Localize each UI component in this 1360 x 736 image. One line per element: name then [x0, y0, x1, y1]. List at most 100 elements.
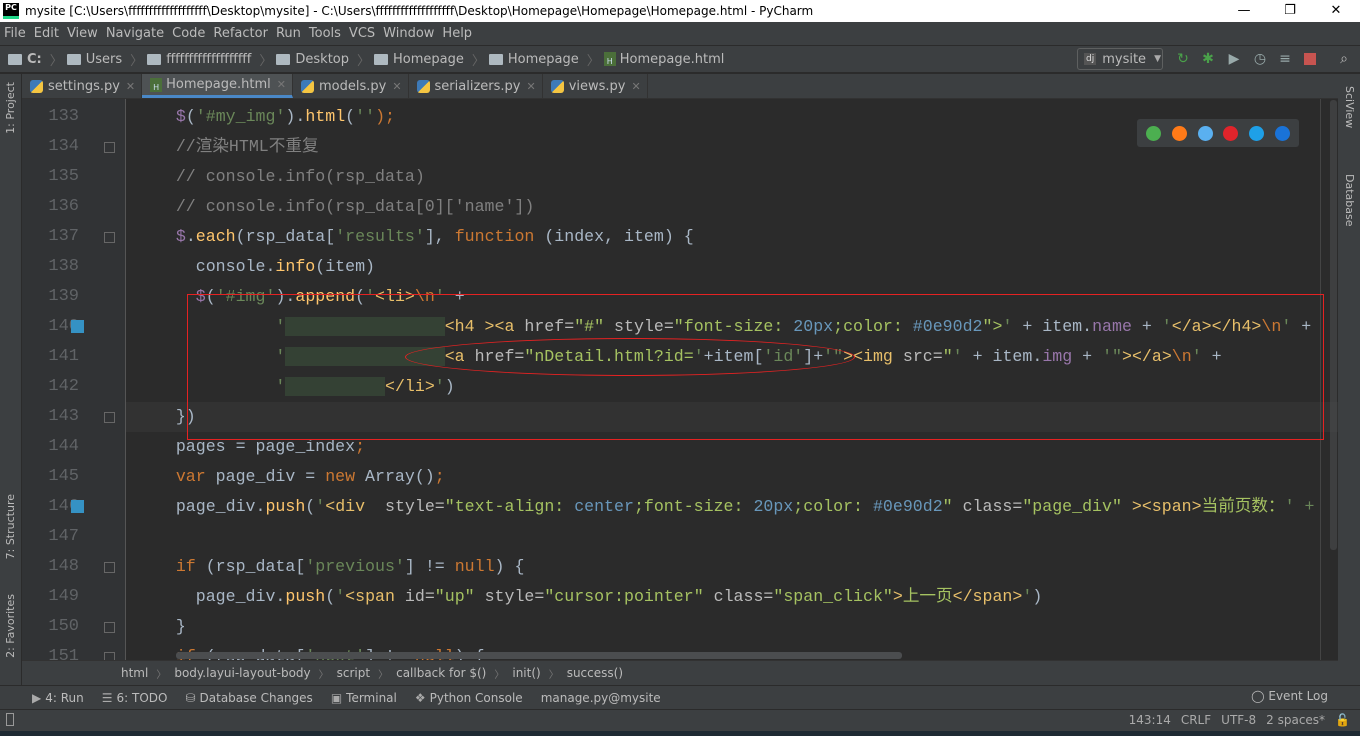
bookmark-icon[interactable] [71, 500, 84, 513]
tab-models-py[interactable]: models.py ✕ [293, 74, 409, 98]
menu-view[interactable]: View [67, 26, 98, 41]
menu-vcs[interactable]: VCS [349, 26, 375, 41]
code-breadcrumb-item[interactable]: init() [512, 666, 540, 680]
favorites-tool-button[interactable]: 2: Favorites [4, 594, 17, 658]
event-log-button[interactable]: ◯ Event Log [1251, 689, 1328, 703]
minimize-button[interactable]: — [1221, 0, 1267, 22]
fold-marker-icon[interactable] [104, 232, 115, 243]
tool-window-label: manage.py@mysite [540, 690, 661, 705]
run-icon: ▶ [32, 690, 42, 705]
menu-code[interactable]: Code [172, 26, 205, 41]
safari-icon[interactable] [1197, 125, 1213, 141]
menu-navigate[interactable]: Navigate [106, 26, 164, 41]
lock-icon[interactable]: 🔓 [1335, 713, 1350, 727]
tool-window-python-console[interactable]: ❖ Python Console [415, 691, 523, 705]
code-token: new [325, 467, 356, 486]
menu-run[interactable]: Run [276, 26, 301, 41]
edge-icon[interactable] [1274, 125, 1290, 141]
code-token: ], [424, 227, 455, 246]
tool-window-6-todo[interactable]: ☰ 6: TODO [102, 691, 168, 705]
rerun-icon[interactable]: ↻ [1175, 51, 1191, 67]
file-encoding[interactable]: UTF-8 [1221, 713, 1256, 727]
close-button[interactable]: ✕ [1313, 0, 1359, 22]
tool-window-database-changes[interactable]: ⛁ Database Changes [185, 691, 312, 705]
code-token: "page_div" [1022, 497, 1132, 516]
maximize-button[interactable]: ❐ [1267, 0, 1313, 22]
tab-homepage-html[interactable]: H Homepage.html ✕ [142, 74, 293, 98]
code-breadcrumb-item[interactable]: callback for $() [396, 666, 486, 680]
menu-window[interactable]: Window [383, 26, 434, 41]
code-token: "cursor:pointer" [544, 587, 714, 606]
breadcrumb-item[interactable]: Desktop [276, 52, 349, 67]
code-line: // console.info(rsp_data[0]['name']) [136, 192, 535, 222]
line-separator[interactable]: CRLF [1181, 713, 1211, 727]
tool-window-4-run[interactable]: ▶ 4: Run [32, 691, 84, 705]
project-tool-button[interactable]: 1: Project [4, 82, 17, 134]
fold-marker-icon[interactable] [104, 652, 115, 660]
coverage-icon[interactable]: ▶ [1226, 51, 1242, 67]
structure-tool-button[interactable]: 7: Structure [4, 494, 17, 559]
close-tab-icon[interactable]: ✕ [526, 80, 535, 93]
opera-icon[interactable] [1223, 125, 1239, 141]
vertical-scrollbar[interactable] [1330, 100, 1337, 550]
search-icon[interactable]: ⌕ [1336, 51, 1352, 67]
menu-help[interactable]: Help [442, 26, 472, 41]
profile-icon[interactable]: ◷ [1252, 51, 1268, 67]
code-line: //渲染HTML不重复 [136, 132, 319, 162]
tool-window-terminal[interactable]: ▣ Terminal [331, 691, 397, 705]
tool-window-manage-py-mysite[interactable]: manage.py@mysite [541, 691, 661, 705]
database-tool-button[interactable]: Database [1343, 174, 1356, 227]
firefox-icon[interactable] [1171, 125, 1187, 141]
breadcrumb-item[interactable]: Homepage [374, 52, 464, 67]
sciview-tool-button[interactable]: SciView [1343, 86, 1356, 128]
breadcrumb-item[interactable]: C: [8, 52, 42, 67]
pycharm-logo: PC [3, 3, 19, 19]
line-number: 151 [48, 647, 79, 660]
code-breadcrumb-item[interactable]: script [337, 666, 370, 680]
caret-position[interactable]: 143:14 [1129, 713, 1171, 727]
breadcrumb-item[interactable]: fffffffffffffffffff [147, 52, 251, 67]
menu-file[interactable]: File [4, 26, 26, 41]
django-icon: dj [1084, 53, 1097, 65]
close-tab-icon[interactable]: ✕ [126, 80, 135, 93]
code-breadcrumb-item[interactable]: success() [567, 666, 623, 680]
bookmark-icon[interactable] [71, 320, 84, 333]
code-token: ><span> [1131, 497, 1202, 516]
stop-icon[interactable] [1304, 53, 1316, 65]
menu-refactor[interactable]: Refactor [213, 26, 268, 41]
fold-marker-icon[interactable] [104, 562, 115, 573]
close-tab-icon[interactable]: ✕ [277, 78, 286, 91]
tab-settings-py[interactable]: settings.py ✕ [22, 74, 143, 98]
tab-serializers-py[interactable]: serializers.py ✕ [409, 74, 543, 98]
fold-marker-icon[interactable] [104, 412, 115, 423]
toggle-tool-windows-icon[interactable] [6, 713, 14, 726]
code-token: ' + [1284, 497, 1315, 516]
fold-marker-icon[interactable] [104, 142, 115, 153]
chevron-right-icon: 〉 [156, 669, 167, 681]
breadcrumb-item[interactable]: Users [66, 52, 122, 67]
indent-setting[interactable]: 2 spaces* [1266, 713, 1325, 727]
code-token: style= [384, 497, 445, 516]
debug-icon[interactable]: ✱ [1200, 51, 1216, 67]
code-breadcrumb-item[interactable]: html [121, 666, 148, 680]
tab-views-py[interactable]: views.py ✕ [543, 74, 648, 98]
fold-marker-icon[interactable] [104, 622, 115, 633]
close-tab-icon[interactable]: ✕ [392, 80, 401, 93]
code-token: console. [136, 257, 276, 276]
menu-tools[interactable]: Tools [309, 26, 341, 41]
breadcrumb-item[interactable]: H Homepage.html [603, 52, 724, 67]
close-tab-icon[interactable]: ✕ [631, 80, 640, 93]
concurrency-icon[interactable]: ≡ [1277, 51, 1293, 67]
code-breadcrumb: html 〉 body.layui-layout-body 〉 script 〉 callb… [22, 660, 1338, 685]
chrome-icon[interactable] [1146, 125, 1162, 141]
code-token: // console.info(rsp_data[0]['name']) [136, 197, 535, 216]
code-breadcrumb-item[interactable]: body.layui-layout-body [174, 666, 310, 680]
menu-edit[interactable]: Edit [34, 26, 59, 41]
run-configuration-select[interactable]: dj mysite ▼ [1077, 48, 1163, 70]
ie-icon[interactable] [1248, 125, 1264, 141]
horizontal-scrollbar[interactable] [176, 652, 902, 659]
line-number: 147 [48, 527, 79, 546]
breadcrumb-item[interactable]: Homepage [488, 52, 579, 67]
code-token: 'results' [335, 227, 425, 246]
